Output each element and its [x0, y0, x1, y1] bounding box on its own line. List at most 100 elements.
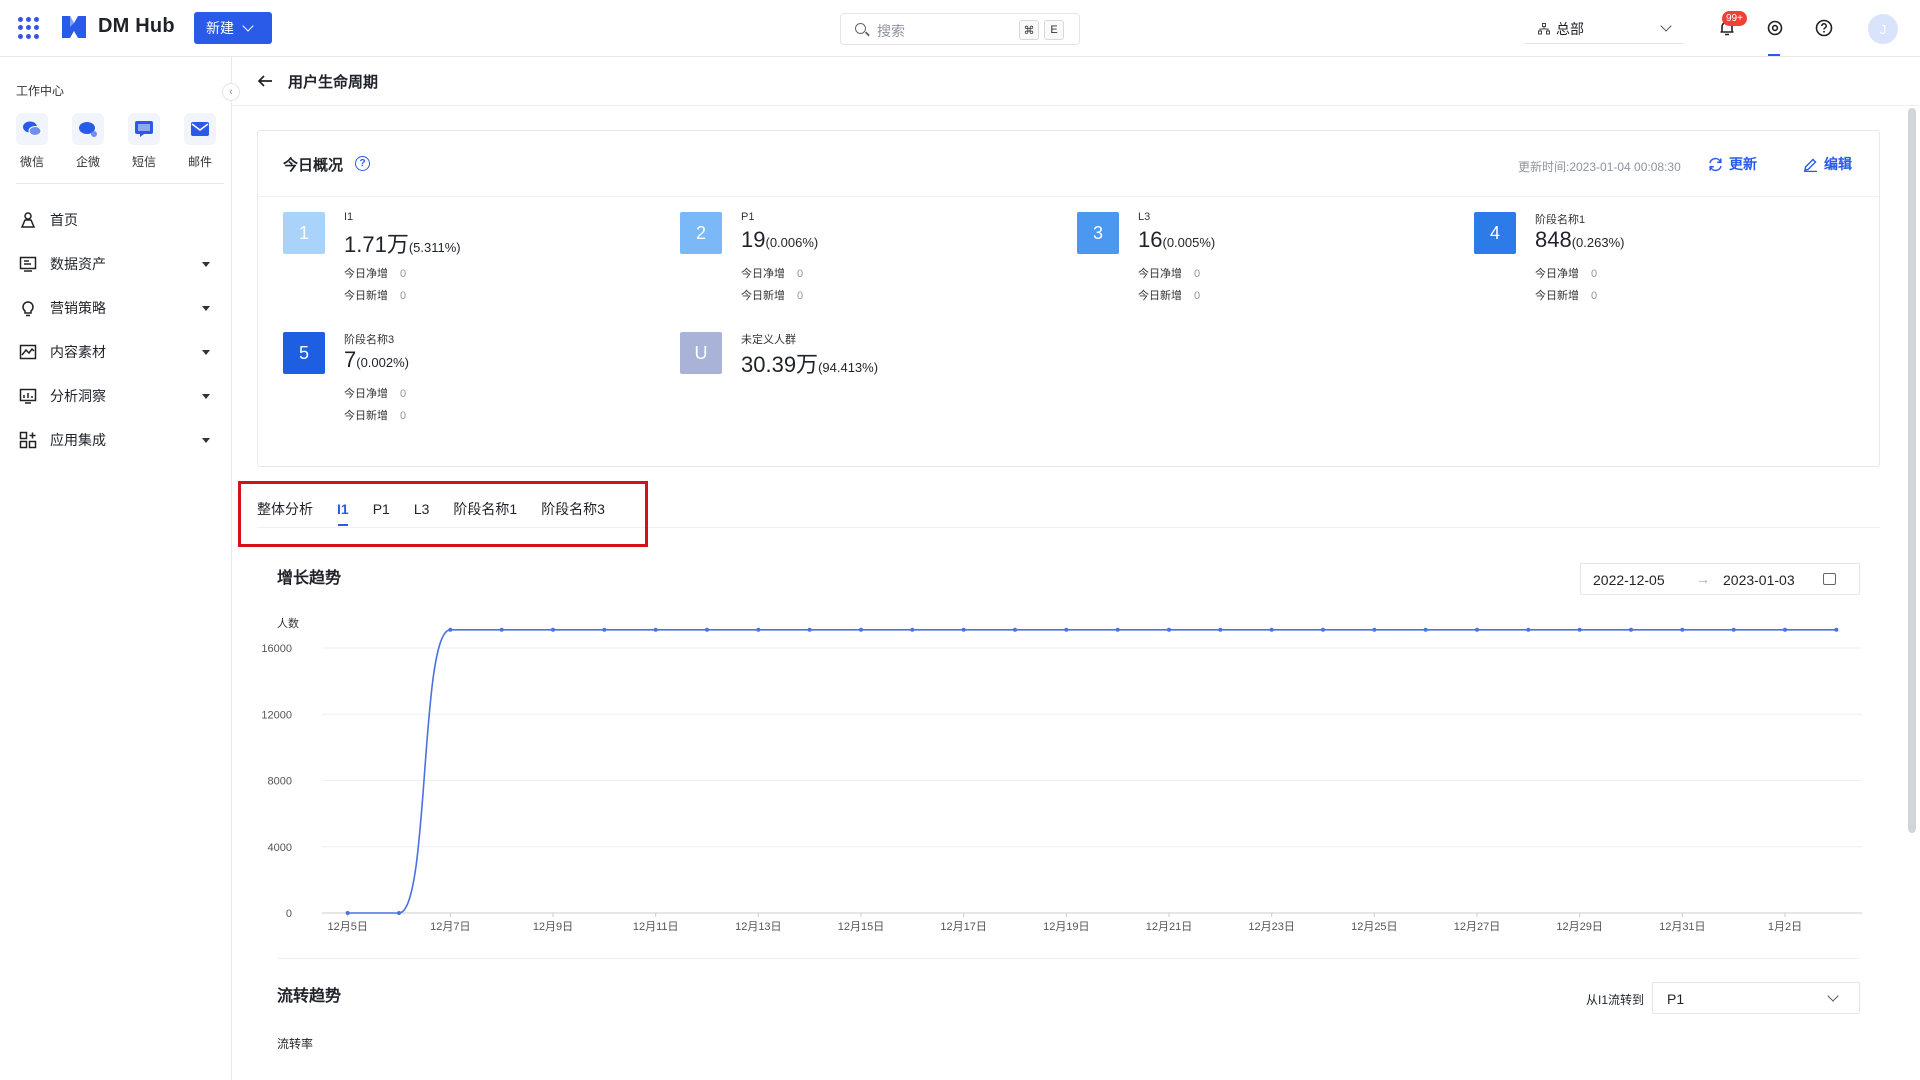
x-tick-label: 12月7日: [430, 921, 470, 933]
net-value: 0: [797, 268, 804, 280]
section-divider: [277, 958, 1860, 959]
help-icon[interactable]: ?: [355, 156, 370, 171]
stage-name: 阶段名称3: [344, 334, 395, 346]
data-point: [1475, 627, 1479, 632]
stage-count: 7: [344, 347, 357, 372]
net-label: 今日净增: [1535, 268, 1579, 280]
dm-hub-logo-icon: [62, 16, 86, 38]
mail-icon: [184, 113, 216, 145]
flow-target-select[interactable]: P1: [1652, 982, 1860, 1014]
workspace-item-mail[interactable]: 邮件: [180, 113, 220, 170]
update-time: 更新时间:2023-01-04 00:08:30: [1518, 160, 1681, 174]
edit-label: 编辑: [1824, 156, 1852, 172]
workspace-title: 工作中心: [16, 84, 65, 98]
app-launcher-icon[interactable]: [18, 17, 40, 39]
caret-down-icon: [202, 438, 210, 443]
net-value: 0: [400, 388, 407, 400]
bulb-icon: [18, 298, 38, 318]
content-icon: [18, 342, 38, 362]
stage-badge: 2: [680, 212, 722, 254]
caret-down-icon: [202, 394, 210, 399]
stage-name: 未定义人群: [741, 334, 796, 346]
x-tick-label: 12月31日: [1659, 921, 1705, 933]
data-point: [345, 911, 350, 915]
user-avatar[interactable]: J: [1868, 14, 1898, 44]
stage-badge: U: [680, 332, 722, 374]
stage-net-row: 今日净增 0: [1535, 265, 1597, 281]
data-point: [1218, 627, 1223, 632]
workspace-item-wecom[interactable]: 企微: [68, 113, 108, 170]
sidebar-item-label: 首页: [50, 212, 78, 228]
stage-new-row: 今日新增 0: [344, 407, 406, 423]
x-tick-label: 12月11日: [633, 921, 679, 933]
data-point: [602, 627, 607, 632]
new-value: 0: [797, 290, 804, 302]
sidebar-item-content[interactable]: 内容素材: [0, 332, 232, 372]
refresh-button[interactable]: 更新: [1708, 154, 1757, 174]
data-point: [1423, 627, 1428, 632]
y-tick-label: 12000: [262, 709, 292, 721]
net-value: 0: [1194, 268, 1201, 280]
stage-new-row: 今日新增 0: [741, 287, 803, 303]
overview-title: 今日概况: [283, 157, 344, 174]
stage-value: 30.39万(94.413%): [741, 347, 878, 379]
apps-icon: [18, 430, 38, 450]
highlight-box: [238, 481, 648, 547]
stage-new-row: 今日新增 0: [1138, 287, 1200, 303]
date-range-picker[interactable]: 2022-12-05 → 2023-01-03: [1580, 563, 1860, 595]
stage-percent: (0.006%): [765, 235, 819, 250]
new-button-label: 新建: [206, 20, 234, 36]
stage-count: 19: [741, 227, 766, 252]
data-point: [653, 627, 658, 632]
workspace-item-wechat[interactable]: 微信: [12, 113, 52, 170]
growth-chart: 人数 0 4000 8000 12000 16000 12月5日 12月7日 12月9日 12月1…: [261, 610, 1872, 940]
sidebar-item-home[interactable]: 首页: [0, 200, 232, 240]
search-input[interactable]: 搜索 ⌘ E: [840, 13, 1080, 45]
stage-card-4: 4 阶段名称1 848(0.263%) 今日净增 0 今日新增 0: [1474, 212, 1854, 302]
new-value: 0: [400, 290, 407, 302]
stage-value: 1.71万(5.311%): [344, 227, 461, 259]
help-icon[interactable]: [1813, 17, 1835, 39]
sidebar-item-analytics[interactable]: 分析洞察: [0, 376, 232, 416]
settings-icon[interactable]: [1764, 17, 1786, 39]
data-point: [1731, 627, 1736, 632]
data-point: [1064, 627, 1069, 632]
stage-badge: 1: [283, 212, 325, 254]
growth-chart-svg: 人数 0 4000 8000 12000 16000 12月5日 12月7日 12月9日 12月1…: [261, 617, 1862, 933]
stage-value: 16(0.005%): [1138, 227, 1215, 253]
chevron-down-icon: [1660, 20, 1672, 32]
edit-button[interactable]: 编辑: [1803, 154, 1852, 174]
net-value: 0: [400, 268, 407, 280]
new-label: 今日新增: [344, 410, 388, 422]
sidebar-item-apps[interactable]: 应用集成: [0, 420, 232, 460]
net-label: 今日净增: [741, 268, 785, 280]
page-scrollbar[interactable]: [1908, 108, 1916, 833]
workspace-label: 短信: [131, 155, 156, 169]
data-point: [1269, 627, 1274, 632]
workspace-label: 邮件: [187, 155, 212, 169]
new-button[interactable]: 新建: [194, 12, 272, 44]
flow-target-value: P1: [1667, 991, 1685, 1007]
x-tick-label: 12月17日: [940, 921, 986, 933]
workspace-item-sms[interactable]: 短信: [124, 113, 164, 170]
sidebar-collapse-button[interactable]: ‹: [222, 83, 240, 101]
data-point: [705, 627, 709, 632]
sidebar-item-data-assets[interactable]: 数据资产: [0, 244, 232, 284]
org-selector[interactable]: 总部: [1524, 14, 1684, 44]
data-point: [1783, 627, 1787, 632]
y-axis-title: 人数: [277, 617, 299, 630]
back-arrow-icon[interactable]: [256, 73, 274, 89]
new-value: 0: [1194, 290, 1201, 302]
stage-new-row: 今日新增 0: [1535, 287, 1597, 303]
date-end: 2023-01-03: [1723, 572, 1795, 588]
x-tick-label: 12月15日: [838, 921, 884, 933]
today-overview-card: 今日概况 ? 更新时间:2023-01-04 00:08:30 更新 编辑 1 …: [257, 130, 1880, 467]
data-point: [1321, 627, 1325, 632]
chevron-down-icon: [242, 20, 254, 32]
stage-card-3: 3 L3 16(0.005%) 今日净增 0 今日新增 0: [1077, 211, 1457, 303]
sidebar-item-marketing[interactable]: 营销策略: [0, 288, 232, 328]
data-point: [1629, 627, 1633, 632]
new-label: 今日新增: [1535, 290, 1579, 302]
flow-rate-label: 流转率: [277, 1037, 314, 1051]
sidebar: 工作中心 微信 企微 短信 邮件 首页 数据资产 营销策略 内容素材 分析洞察 …: [0, 57, 232, 1080]
